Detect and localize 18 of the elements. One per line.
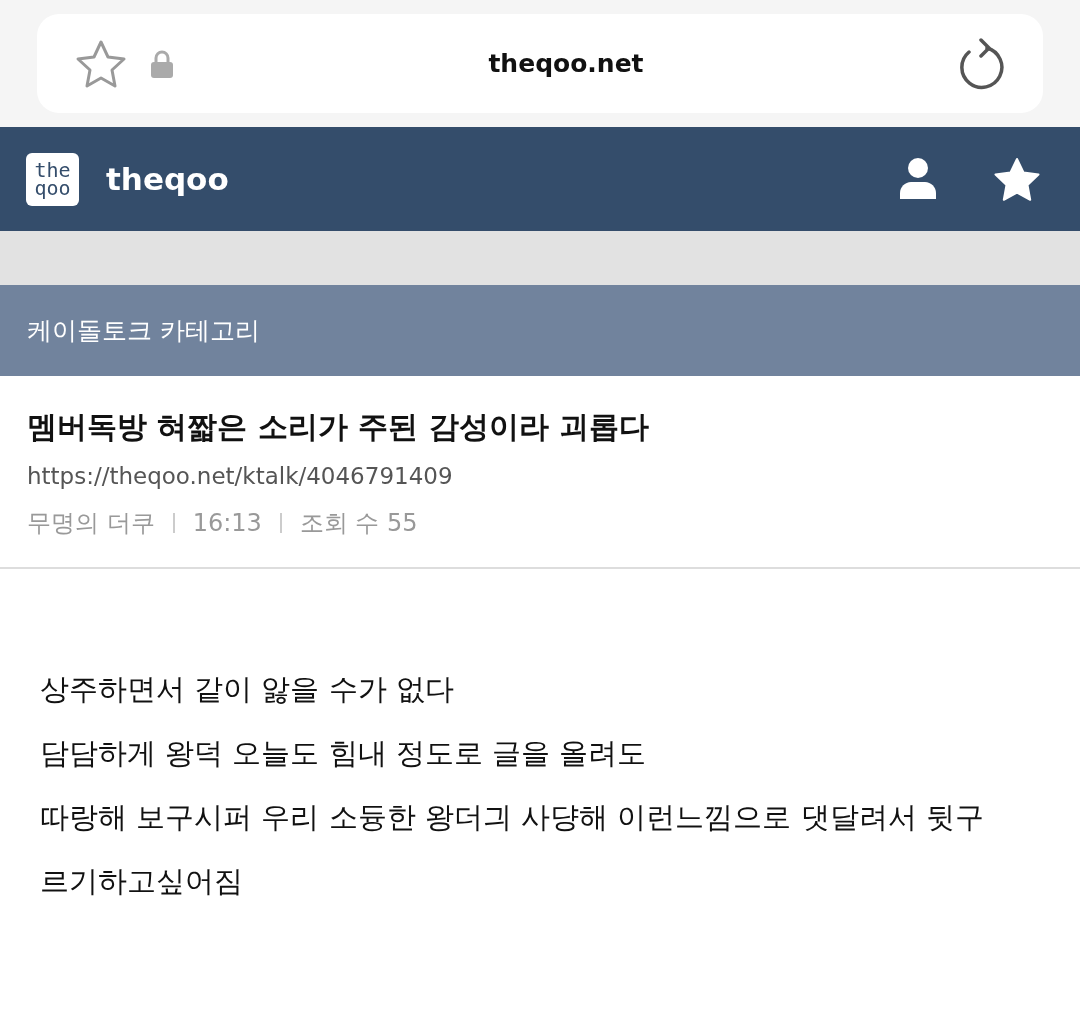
lock-icon (149, 48, 175, 79)
body-text-line: 상주하면서 같이 앓을 수가 없다 (40, 671, 455, 708)
post-link[interactable]: https://theqoo.net/ktalk/4046791409 (27, 463, 1053, 489)
post-time: 16:13 (192, 509, 262, 537)
author-name: 무명의 더쿠 (27, 508, 155, 539)
body-text-line: 담담하게 왕덕 오늘도 힘내 정도로 글을 올려도 (40, 735, 648, 772)
body-text-line: 르기하고싶어짐 (40, 863, 244, 900)
site-logo[interactable]: the qoo (26, 152, 79, 206)
view-count: 조회 수 55 (299, 508, 418, 539)
reload-icon[interactable] (957, 37, 1005, 90)
body-text-line: 따랑해 보구시퍼 우리 소듕한 왕더긔 사댱해 이런느낌으로 댓달려서 뒷구 (40, 799, 985, 836)
star-icon[interactable] (994, 157, 1040, 201)
post-title: 멤버독방 혀짧은 소리가 주된 감성이라 괴롭다 (27, 408, 651, 446)
site-name[interactable]: theqoo (106, 161, 898, 197)
url-text[interactable]: theqoo.net (175, 49, 957, 78)
star-icon[interactable] (75, 38, 127, 89)
user-icon[interactable] (898, 157, 938, 201)
category-title[interactable]: 케이돌토크 카테고리 (27, 314, 260, 347)
